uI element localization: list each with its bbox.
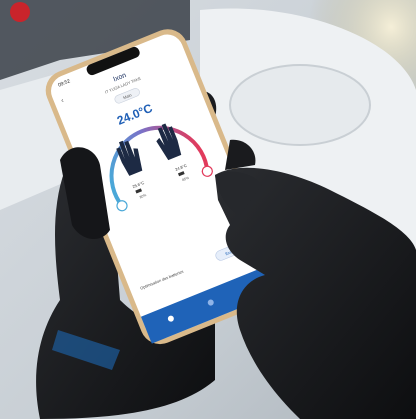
- photo-scene: 09:52 ‹ Ixon IT YUGA LADY TAKE Main 24.0…: [0, 0, 416, 419]
- scene-svg: 09:52 ‹ Ixon IT YUGA LADY TAKE Main 24.0…: [0, 0, 416, 419]
- bike-red-light: [10, 2, 30, 22]
- tank-cap: [229, 64, 371, 146]
